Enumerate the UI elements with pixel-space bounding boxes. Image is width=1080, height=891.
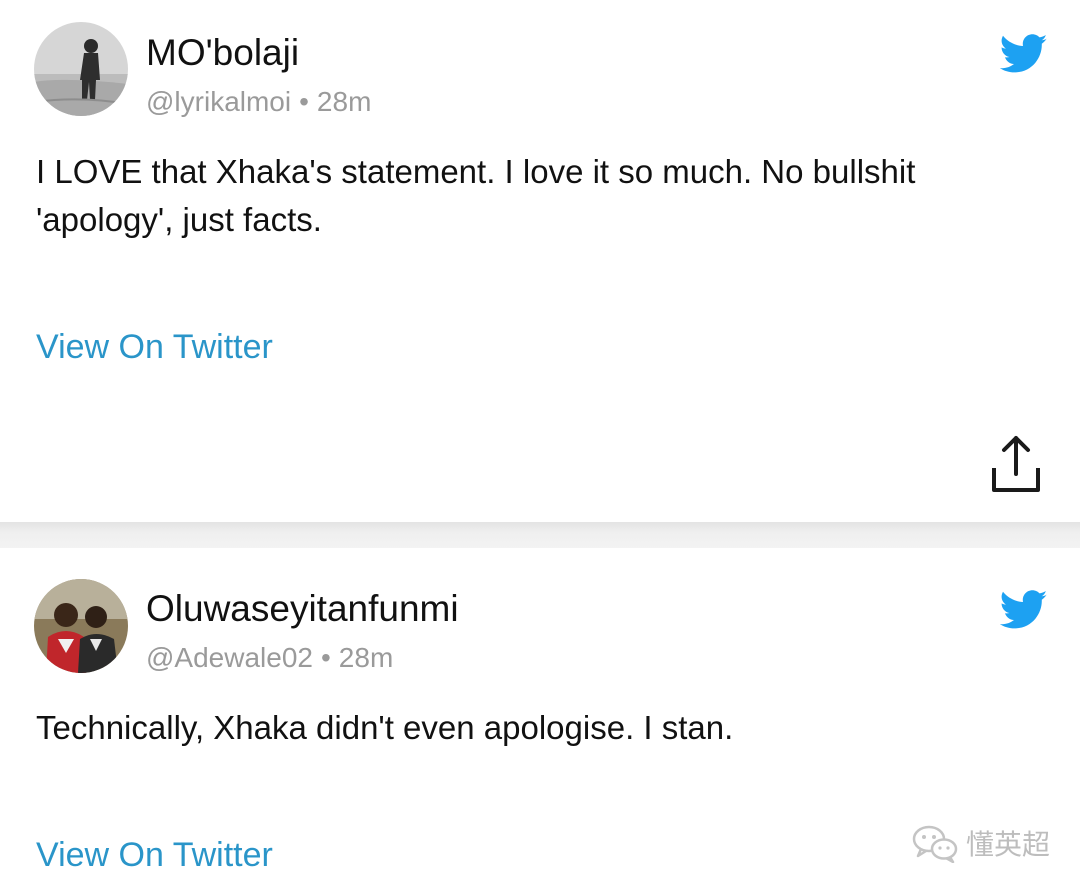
tweet-time: 28m xyxy=(316,86,372,117)
twitter-bird-icon[interactable] xyxy=(1000,34,1048,74)
wechat-icon xyxy=(912,825,958,863)
avatar[interactable] xyxy=(34,22,128,116)
tweet-text: Technically, Xhaka didn't even apologise… xyxy=(36,709,734,746)
user-handle[interactable]: @Adewale02 xyxy=(146,642,313,673)
card-separator xyxy=(0,522,1080,548)
tweet-time: 28m xyxy=(338,642,394,673)
meta-separator: • xyxy=(320,642,331,673)
meta-separator: • xyxy=(299,86,309,117)
avatar-image xyxy=(34,22,128,116)
share-icon[interactable] xyxy=(988,432,1044,496)
twitter-bird-icon[interactable] xyxy=(1000,590,1048,630)
tweet-text: I LOVE that Xhaka's statement. I love it… xyxy=(36,153,916,238)
avatar-image xyxy=(34,579,128,673)
user-handle[interactable]: @lyrikalmoi xyxy=(146,86,291,117)
tweet-card: MO'bolaji @lyrikalmoi • 28m I LOVE that Xh… xyxy=(0,0,1080,522)
avatar[interactable] xyxy=(34,579,128,673)
tweet-meta: @Adewale02 • 28m xyxy=(146,642,393,674)
view-on-twitter-link[interactable]: View On Twitter xyxy=(36,836,273,875)
tweet-meta: @lyrikalmoi • 28m xyxy=(146,86,371,118)
watermark-text: 懂英超 xyxy=(966,828,1051,861)
display-name[interactable]: MO'bolaji xyxy=(146,32,299,74)
display-name[interactable]: Oluwaseyitanfunmi xyxy=(146,588,459,630)
view-on-twitter-link[interactable]: View On Twitter xyxy=(36,328,273,367)
watermark: 懂英超 xyxy=(912,820,1050,866)
